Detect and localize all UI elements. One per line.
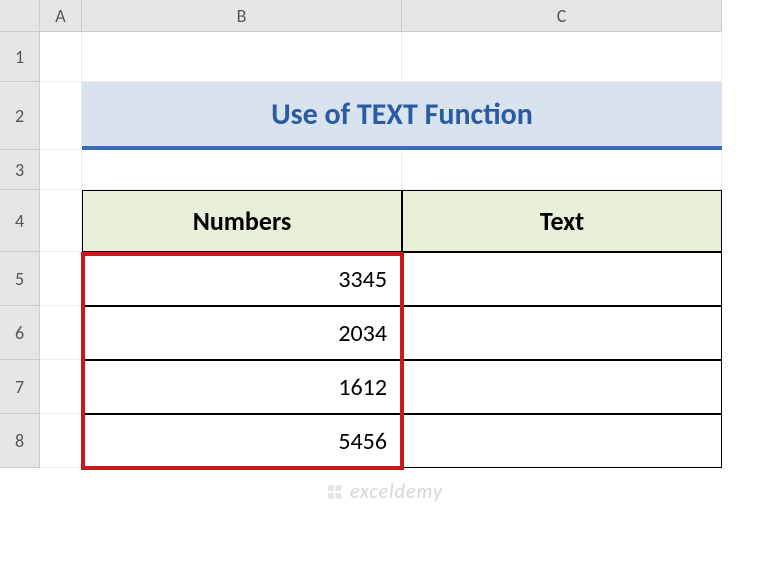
row-header-5[interactable]: 5 (0, 252, 40, 306)
col-header-a[interactable]: A (40, 0, 82, 32)
row-header-3[interactable]: 3 (0, 150, 40, 190)
watermark-text: exceldemy (350, 480, 443, 504)
cell-b5[interactable]: 3345 (82, 252, 402, 306)
title-cell[interactable]: Use of TEXT Function (82, 82, 722, 150)
cell-a2[interactable] (40, 82, 82, 150)
cell-a1[interactable] (40, 32, 82, 82)
cell-b7[interactable]: 1612 (82, 360, 402, 414)
cell-a8[interactable] (40, 414, 82, 468)
watermark-icon (324, 482, 344, 502)
cell-c3[interactable] (402, 150, 722, 190)
col-header-c[interactable]: C (402, 0, 722, 32)
table-header-text[interactable]: Text (402, 190, 722, 252)
cell-b3[interactable] (82, 150, 402, 190)
select-all-corner[interactable] (0, 0, 40, 32)
spreadsheet-grid: A B C 1 2 Use of TEXT Function 3 4 Numbe… (0, 0, 767, 468)
cell-a7[interactable] (40, 360, 82, 414)
table-header-numbers[interactable]: Numbers (82, 190, 402, 252)
cell-c7[interactable] (402, 360, 722, 414)
cell-a4[interactable] (40, 190, 82, 252)
cell-c8[interactable] (402, 414, 722, 468)
row-header-2[interactable]: 2 (0, 82, 40, 150)
row-header-4[interactable]: 4 (0, 190, 40, 252)
cell-a3[interactable] (40, 150, 82, 190)
row-header-6[interactable]: 6 (0, 306, 40, 360)
row-header-1[interactable]: 1 (0, 32, 40, 82)
cell-c5[interactable] (402, 252, 722, 306)
cell-c6[interactable] (402, 306, 722, 360)
cell-a6[interactable] (40, 306, 82, 360)
cell-b6[interactable]: 2034 (82, 306, 402, 360)
cell-c1[interactable] (402, 32, 722, 82)
cell-a5[interactable] (40, 252, 82, 306)
col-header-b[interactable]: B (82, 0, 402, 32)
row-header-7[interactable]: 7 (0, 360, 40, 414)
row-header-8[interactable]: 8 (0, 414, 40, 468)
watermark: exceldemy (324, 480, 443, 504)
cell-b1[interactable] (82, 32, 402, 82)
cell-b8[interactable]: 5456 (82, 414, 402, 468)
